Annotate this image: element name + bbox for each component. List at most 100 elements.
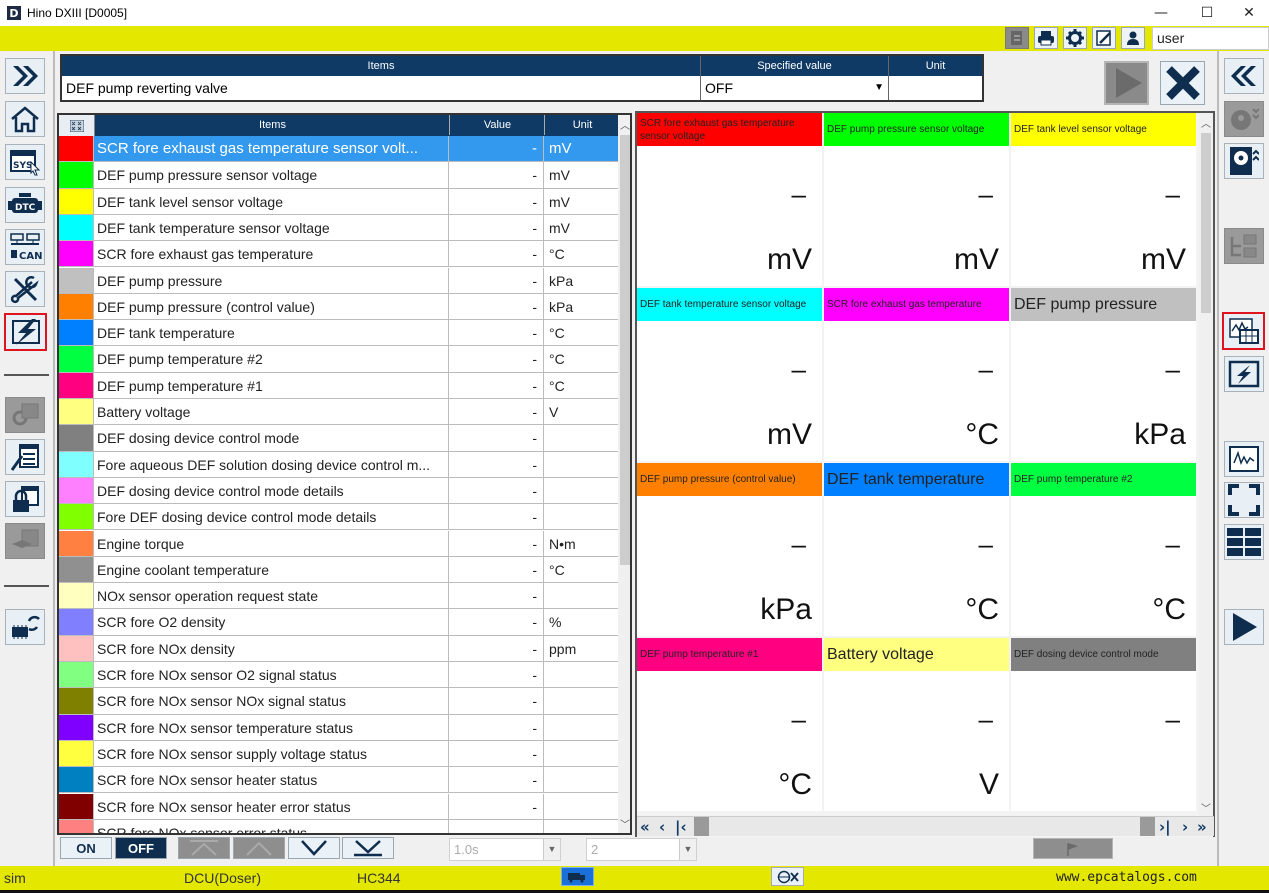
color-swatch[interactable]	[59, 714, 94, 740]
table-row[interactable]: DEF pump temperature #2- °C	[59, 346, 618, 373]
table-row[interactable]: Engine coolant temperature - °C	[59, 556, 618, 584]
color-swatch[interactable]	[59, 504, 94, 530]
color-swatch[interactable]	[59, 530, 94, 556]
table-row[interactable]: Battery voltage - V	[59, 399, 618, 426]
table-row[interactable]: DEF tank temperature - °C	[59, 320, 618, 347]
close-window-button[interactable]: ✕	[1226, 0, 1269, 26]
move-down-button[interactable]	[288, 837, 340, 859]
off-button[interactable]: OFF	[115, 837, 167, 859]
color-swatch[interactable]	[59, 688, 94, 714]
columns-select[interactable]: 2 ▼	[586, 838, 697, 861]
step-back-icon[interactable]: ‹	[659, 818, 665, 836]
jump-start-icon[interactable]: |‹	[675, 818, 687, 836]
expand-panel-button[interactable]	[5, 58, 45, 94]
maximize-button[interactable]: ☐	[1184, 0, 1230, 26]
table-row[interactable]: Engine torque - N•m	[59, 530, 618, 557]
color-swatch[interactable]	[59, 583, 94, 609]
color-swatch[interactable]	[59, 767, 94, 793]
table-row[interactable]: DEF dosing device control mode -	[59, 425, 618, 452]
table-row[interactable]: DEF pump pressure - kPa	[59, 267, 618, 294]
monitor-tile[interactable]: DEF dosing device control mode –	[1011, 638, 1196, 811]
color-swatch[interactable]	[59, 136, 94, 162]
data-table-scrollbar[interactable]: ︿ ﹀	[618, 115, 630, 833]
timeline-end-handle[interactable]	[1140, 817, 1155, 836]
grid-layout-button[interactable]	[1224, 524, 1264, 560]
color-swatch[interactable]	[59, 320, 94, 346]
monitor-tile[interactable]: DEF tank temperature sensor voltage – mV	[637, 288, 822, 461]
table-row[interactable]: SCR fore O2 density -%	[59, 609, 618, 636]
graph-view-button[interactable]	[1224, 441, 1264, 477]
user-button[interactable]	[1121, 27, 1145, 49]
scroll-thumb[interactable]	[620, 135, 630, 565]
jump-end-icon[interactable]: ›|	[1159, 818, 1171, 836]
scroll-down-icon[interactable]: ﹀	[1199, 800, 1213, 815]
graph-table-button[interactable]	[1222, 312, 1265, 350]
user-field[interactable]: user	[1152, 27, 1269, 50]
settings-button[interactable]	[1063, 27, 1087, 49]
color-swatch[interactable]	[59, 793, 94, 819]
column-header-unit[interactable]: Unit	[546, 115, 619, 135]
monitor-tile[interactable]: DEF pump pressure sensor voltage – mV	[824, 113, 1009, 286]
move-top-button[interactable]	[178, 837, 230, 859]
table-row[interactable]: SCR fore NOx sensor supply voltage statu…	[59, 740, 618, 768]
table-row[interactable]: SCR fore NOx sensor heater status -	[59, 767, 618, 794]
color-swatch[interactable]	[59, 740, 94, 767]
color-swatch[interactable]	[59, 399, 94, 425]
monitor-tile[interactable]: SCR fore exhaust gas temperature – °C	[824, 288, 1009, 461]
active-test-button[interactable]	[1224, 356, 1264, 392]
monitor-tile[interactable]: DEF tank temperature – °C	[824, 463, 1009, 636]
security-button[interactable]	[5, 481, 45, 517]
color-swatch[interactable]	[59, 346, 94, 372]
monitor-tile[interactable]: DEF pump pressure (control value) – kPa	[637, 463, 822, 636]
tile-panel-scrollbar[interactable]: ︿ ﹀	[1199, 113, 1213, 817]
color-swatch[interactable]	[59, 609, 94, 635]
color-swatch[interactable]	[59, 477, 94, 504]
color-swatch[interactable]	[59, 162, 94, 188]
color-swatch[interactable]	[59, 662, 94, 688]
report-button[interactable]	[1005, 27, 1029, 49]
print-button[interactable]	[1034, 27, 1058, 49]
table-row[interactable]: DEF tank level sensor voltage - mV	[59, 188, 618, 215]
save-data-button[interactable]	[1224, 101, 1264, 137]
collapse-panel-button[interactable]	[1224, 58, 1264, 94]
table-row[interactable]: Fore aqueous DEF solution dosing device …	[59, 451, 618, 478]
monitor-tile[interactable]: DEF pump temperature #1 – °C	[637, 638, 822, 811]
color-swatch[interactable]	[59, 635, 94, 661]
column-header-value[interactable]: Value	[451, 115, 545, 135]
color-swatch[interactable]	[59, 425, 94, 451]
execute-button[interactable]	[1104, 61, 1149, 105]
table-row[interactable]: DEF pump temperature #1- °C	[59, 372, 618, 399]
table-row[interactable]: SCR fore NOx sensor heater error status -	[59, 793, 618, 820]
table-row[interactable]: SCR fore NOx sensor NOx signal status -	[59, 688, 618, 715]
select-all-button[interactable]	[59, 115, 95, 136]
load-data-button[interactable]	[1224, 143, 1264, 179]
table-row[interactable]: DEF pump pressure sensor voltage - mV	[59, 162, 618, 189]
work-support-button[interactable]	[5, 439, 45, 475]
monitor-tile[interactable]: DEF pump pressure – kPa	[1011, 288, 1196, 461]
sampling-interval-select[interactable]: 1.0s ▼	[449, 838, 561, 861]
timeline-start-handle[interactable]	[694, 817, 709, 836]
table-row[interactable]: SCR fore NOx sensor temperature status -	[59, 714, 618, 741]
vehicle-connection-indicator[interactable]	[561, 867, 594, 886]
forward-fast-icon[interactable]: »	[1197, 818, 1207, 836]
move-up-button[interactable]	[233, 837, 285, 859]
table-row[interactable]: Fore DEF dosing device control mode deta…	[59, 504, 618, 531]
color-swatch[interactable]	[59, 267, 94, 293]
ecu-reprogram-button[interactable]	[5, 609, 45, 645]
minimize-button[interactable]: —	[1138, 0, 1184, 26]
table-row[interactable]: SCR fore NOx sensor error status -	[59, 819, 618, 833]
dtc-button[interactable]: DTC	[5, 187, 45, 223]
color-swatch[interactable]	[59, 293, 94, 320]
copy-data-button[interactable]	[1224, 228, 1264, 264]
color-swatch[interactable]	[59, 188, 94, 214]
table-row[interactable]: DEF pump pressure (control value) - kPa	[59, 293, 618, 321]
custom-settings-button[interactable]	[5, 397, 45, 433]
color-swatch[interactable]	[59, 819, 94, 833]
rewind-fast-icon[interactable]: «	[640, 818, 650, 836]
edit-notes-button[interactable]	[1092, 27, 1116, 49]
data-monitor-button[interactable]	[4, 313, 47, 351]
monitor-tile[interactable]: DEF tank level sensor voltage – mV	[1011, 113, 1196, 286]
column-header-items[interactable]: Items	[96, 115, 450, 135]
scroll-down-icon[interactable]: ﹀	[618, 816, 630, 831]
stop-button[interactable]	[1160, 61, 1205, 105]
